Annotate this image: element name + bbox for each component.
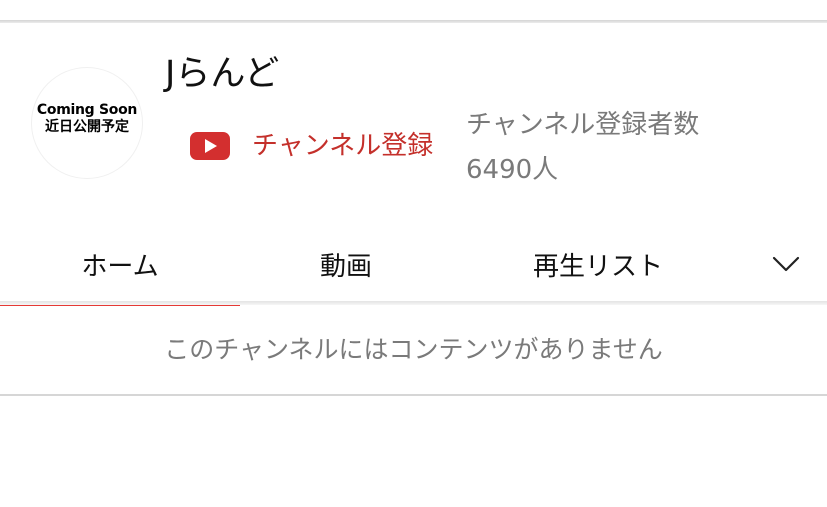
empty-content-message: このチャンネルにはコンテンツがありません xyxy=(164,335,663,364)
subscriber-count-label: チャンネル登録者数 xyxy=(466,110,700,140)
channel-name: Jらんど xyxy=(165,54,280,94)
channel-avatar[interactable]: Coming Soon 近日公開予定 xyxy=(32,68,142,178)
tab-videos[interactable]: 動画 xyxy=(240,225,452,303)
tab-home[interactable]: ホーム xyxy=(0,225,240,306)
youtube-icon xyxy=(190,132,230,160)
subscriber-count: 6490人 xyxy=(466,155,559,185)
subscribe-label: チャンネル登録 xyxy=(252,131,434,161)
channel-page: Coming Soon 近日公開予定 Jらんど チャンネル登録 チャンネル登録者… xyxy=(0,0,827,507)
avatar-text-line2: 近日公開予定 xyxy=(45,119,129,135)
avatar-text-line1: Coming Soon xyxy=(36,102,138,118)
subscribe-button[interactable]: チャンネル登録 xyxy=(190,128,433,164)
tab-videos-label: 動画 xyxy=(319,251,372,282)
tab-playlists-label: 再生リスト xyxy=(532,251,663,282)
channel-tabs: ホーム 動画 再生リスト xyxy=(0,225,827,306)
tabs-divider xyxy=(0,301,827,305)
tab-playlists[interactable]: 再生リスト xyxy=(452,225,744,303)
bottom-divider xyxy=(0,394,827,396)
more-tabs-button[interactable] xyxy=(744,225,827,303)
chevron-down-icon xyxy=(772,256,799,272)
top-divider xyxy=(0,20,827,23)
tab-home-label: ホーム xyxy=(81,251,159,282)
